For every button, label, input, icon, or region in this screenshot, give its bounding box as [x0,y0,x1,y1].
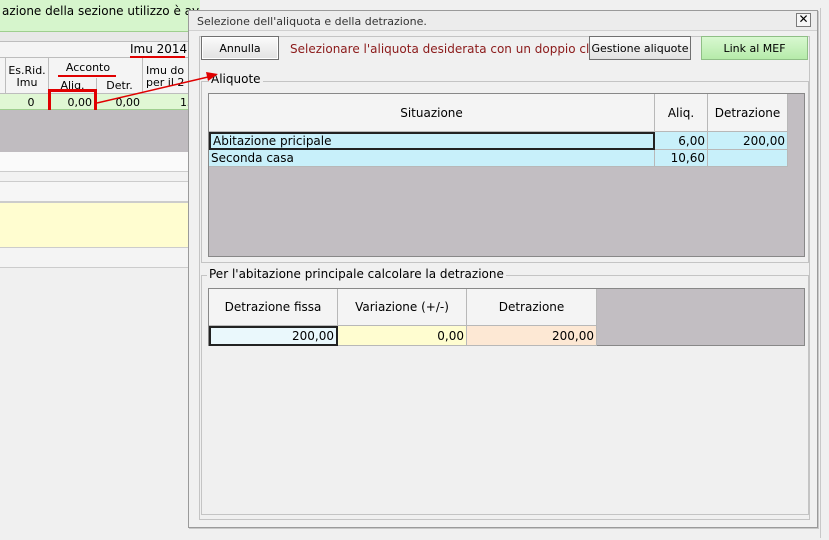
row-detrazione[interactable] [708,150,788,167]
row-aliq[interactable]: 10,60 [655,150,708,167]
variazione-field[interactable]: 0,00 [338,326,467,346]
background-cell-es-rid: 0 [27,96,35,109]
row-situazione[interactable]: Abitazione pricipale [209,132,655,150]
background-banner-text: azione della sezione utilizzo è av [2,4,200,18]
selection-hint: Selezionare l'aliquota desiderata con un… [290,42,607,56]
header-detrazione: Detrazione [708,94,788,132]
background-col-imu-do: Imu do per il 2 [146,65,185,89]
row-aliq[interactable]: 6,00 [655,132,708,150]
annulla-button[interactable]: Annulla [201,36,279,60]
background-col-detr: Detr. [106,79,133,92]
link-mef-button[interactable]: Link al MEF [701,36,808,60]
dialog-titlebar[interactable]: Selezione dell'aliquota e della detrazio… [189,11,817,31]
background-panel [0,182,200,202]
header-detrazione-fissa: Detrazione fissa [209,289,338,326]
aliquota-dialog: Selezione dell'aliquota e della detrazio… [188,10,818,528]
background-yellow-panel [0,202,200,248]
background-panel [0,172,200,182]
detrazione-calcolata-field: 200,00 [467,326,597,346]
background-gray-area [0,110,200,152]
gestione-aliquote-button[interactable]: Gestione aliquote [589,36,691,60]
header-detrazione-calcolata: Detrazione [467,289,597,326]
background-col-acconto: Acconto [65,61,111,74]
background-cell-detr[interactable]: 0,00 [98,96,141,109]
background-gap [0,32,200,41]
close-button[interactable]: ✕ [796,13,811,27]
aliquote-grid: Situazione Aliq. Detrazione Abitazione p… [208,93,805,257]
close-icon: ✕ [798,12,809,26]
detrazione-fissa-field[interactable]: 200,00 [209,326,338,346]
header-aliq: Aliq. [655,94,708,132]
aliquote-group-label: Aliquote [209,72,263,86]
background-imu-year: Imu 2014 [130,42,188,56]
background-panel [0,248,200,268]
background-acconto-underline [58,75,116,77]
header-variazione: Variazione (+/-) [338,289,467,326]
row-detrazione[interactable]: 200,00 [708,132,788,150]
background-panel [0,152,200,172]
dialog-title: Selezione dell'aliquota e della detrazio… [197,15,427,28]
background-col-es-rid-imu: Es.Rid. Imu [8,64,46,89]
row-situazione[interactable]: Seconda casa [209,150,655,167]
background-right-divider [820,8,821,538]
detrazione-grid: Detrazione fissa Variazione (+/-) Detraz… [208,288,805,346]
calcolo-detrazione-group-label: Per l'abitazione principale calcolare la… [207,267,506,281]
header-situazione: Situazione [209,94,655,132]
